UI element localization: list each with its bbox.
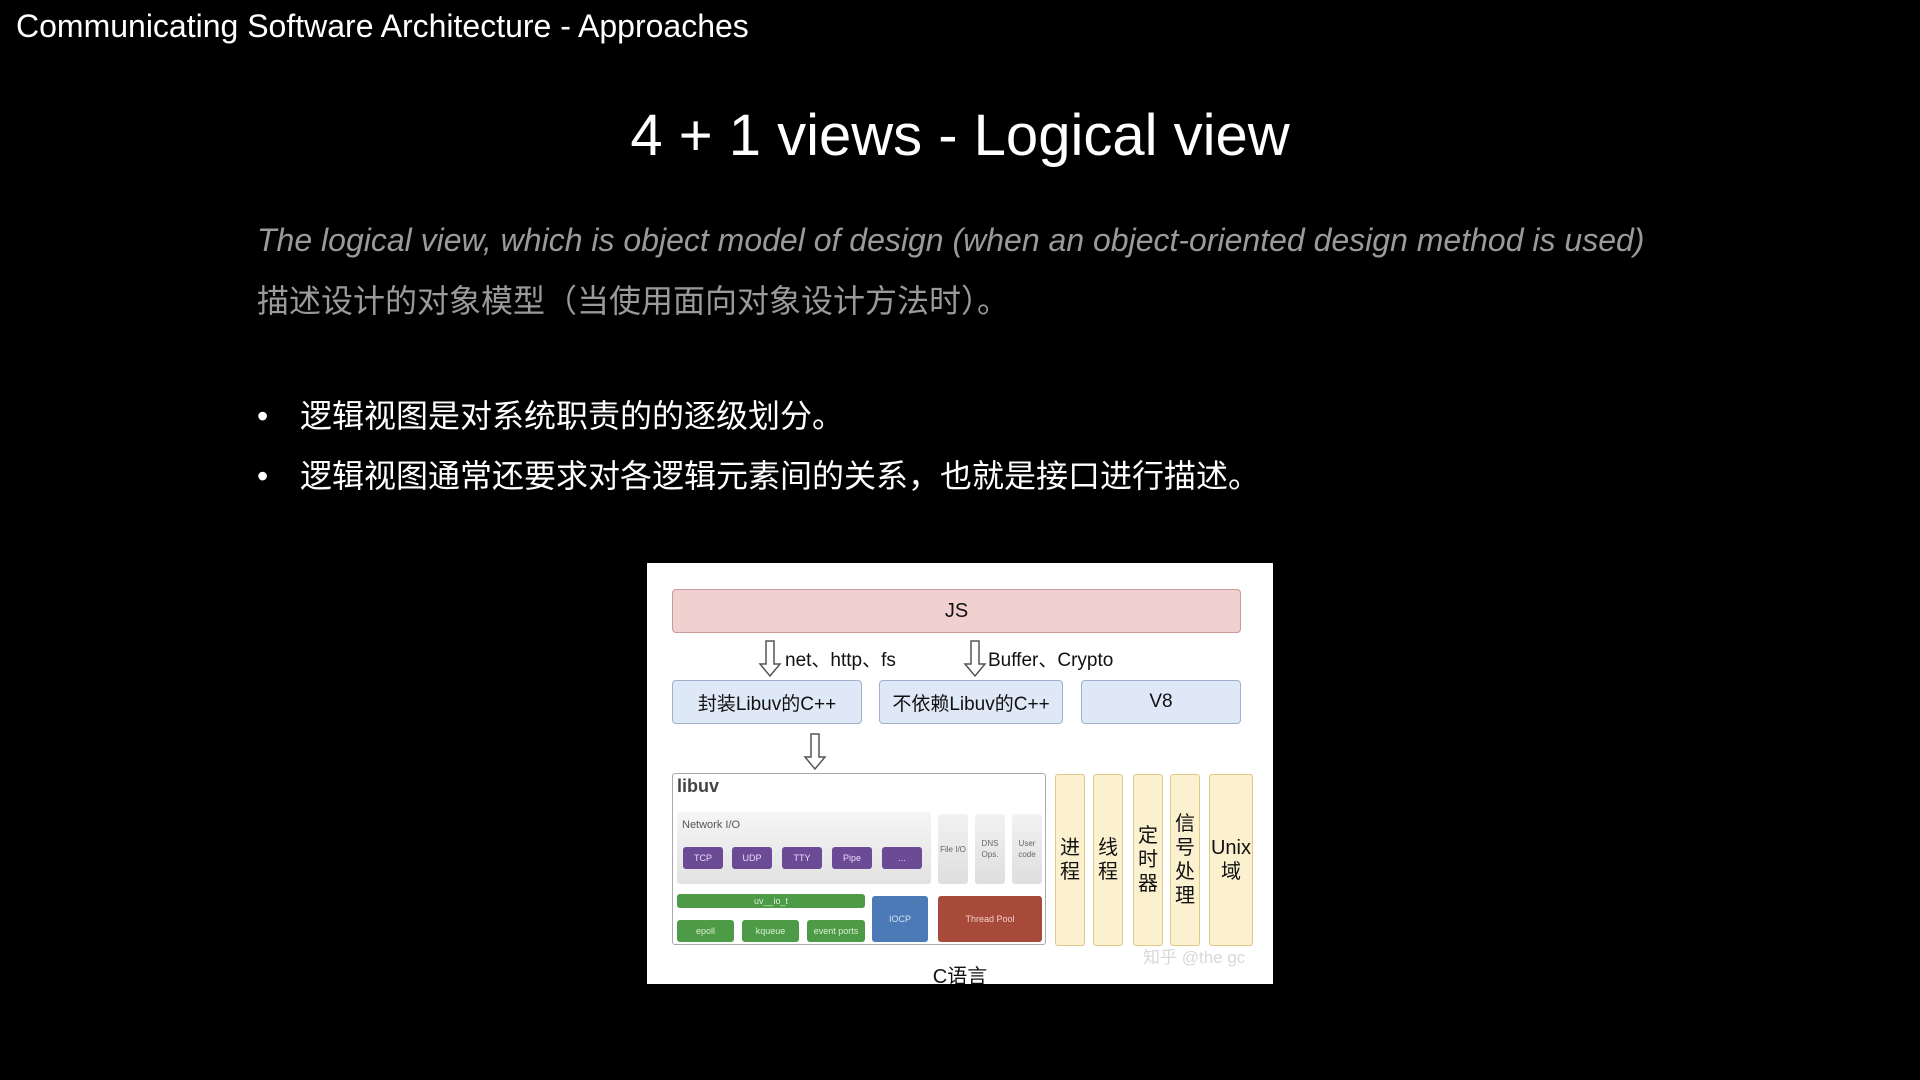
arrow-label-net: net、http、fs: [785, 650, 896, 671]
cpp-libuv-box: 封装Libuv的C++: [672, 680, 862, 724]
unix-domain-column: Unix 域: [1209, 774, 1253, 946]
network-io-group: Network I/O TCP UDP TTY Pipe ...: [677, 812, 931, 884]
down-arrow-icon: [758, 640, 782, 678]
process-column: 进 程: [1055, 774, 1085, 946]
watermark: 知乎 @the gc: [1143, 948, 1246, 967]
js-layer: JS: [672, 589, 1241, 633]
arrow-label-buffer: Buffer、Crypto: [988, 650, 1114, 671]
bullet-list: • 逻辑视图是对系统职责的的逐级划分。 • 逻辑视图通常还要求对各逻辑元素间的关系，…: [257, 392, 1260, 512]
thread-pool-box: Thread Pool: [938, 896, 1042, 942]
down-arrow-icon: [963, 640, 987, 678]
libuv-label: libuv: [677, 776, 720, 796]
udp-pill: UDP: [732, 847, 772, 869]
file-io-box: File I/O: [938, 814, 968, 884]
signal-column: 信 号 处 理: [1170, 774, 1200, 946]
bullet-item: • 逻辑视图是对系统职责的的逐级划分。: [257, 392, 1260, 452]
iocp-box: IOCP: [872, 896, 928, 942]
quote-english: The logical view, which is object model …: [257, 222, 1645, 258]
epoll-box: epoll: [677, 920, 734, 942]
dns-ops-box: DNS Ops.: [975, 814, 1005, 884]
uv-io-bar: uv__io_t: [677, 894, 865, 908]
pipe-pill: Pipe: [832, 847, 872, 869]
libuv-box: libuv Network I/O TCP UDP TTY Pipe ... F…: [672, 773, 1046, 945]
timer-column: 定 时 器: [1133, 774, 1163, 946]
more-pill: ...: [882, 847, 922, 869]
architecture-diagram: JS net、http、fs Buffer、Crypto 封装Libuv的C++…: [647, 563, 1273, 988]
bullet-item: • 逻辑视图通常还要求对各逻辑元素间的关系，也就是接口进行描述。: [257, 452, 1260, 512]
bullet-text: 逻辑视图通常还要求对各逻辑元素间的关系，也就是接口进行描述。: [300, 458, 1261, 494]
bullet-dot: •: [257, 458, 269, 494]
cpp-independent-box: 不依赖Libuv的C++: [879, 680, 1063, 724]
user-code-box: User code: [1012, 814, 1042, 884]
header-title: Communicating Software Architecture - Ap…: [16, 8, 749, 44]
thread-column: 线 程: [1093, 774, 1123, 946]
tty-pill: TTY: [782, 847, 822, 869]
kqueue-box: kqueue: [742, 920, 799, 942]
slide-title: 4 + 1 views - Logical view: [630, 103, 1290, 168]
bullet-dot: •: [257, 398, 269, 434]
bullet-text: 逻辑视图是对系统职责的的逐级划分。: [300, 398, 845, 434]
tcp-pill: TCP: [683, 847, 723, 869]
v8-box: V8: [1081, 680, 1241, 724]
quote-chinese: 描述设计的对象模型（当使用面向对象设计方法时）。: [257, 283, 1010, 319]
down-arrow-icon: [803, 733, 827, 771]
event-ports-box: event ports: [807, 920, 865, 942]
network-io-label: Network I/O: [682, 819, 741, 831]
